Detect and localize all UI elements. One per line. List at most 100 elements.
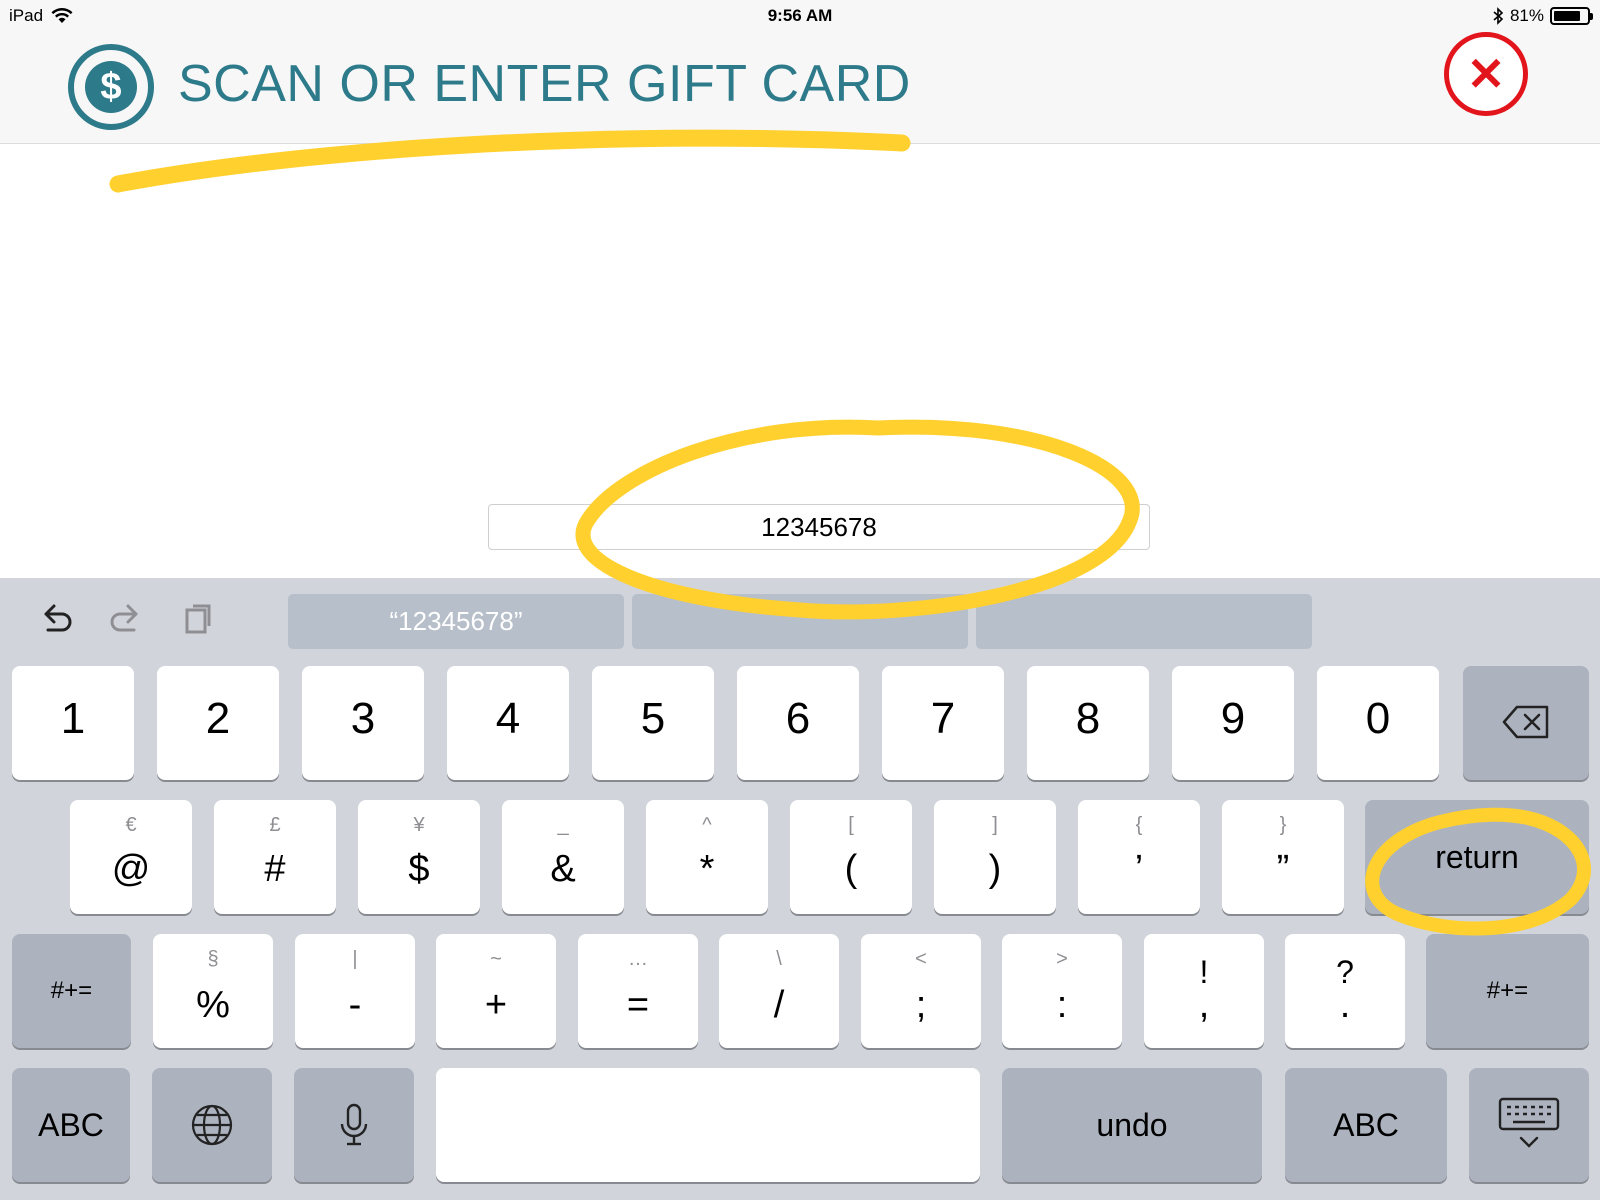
key-percent[interactable]: §% <box>153 934 273 1048</box>
key-char: ( <box>844 848 858 890</box>
space-key[interactable] <box>436 1068 980 1182</box>
key-asterisk[interactable]: ^ * <box>646 800 768 914</box>
key-char: & <box>550 848 576 890</box>
battery-percent: 81% <box>1509 6 1544 25</box>
key-close-paren[interactable]: ]) <box>934 800 1056 914</box>
key-comma[interactable]: !, <box>1144 934 1264 1048</box>
key-4[interactable]: 4 <box>447 666 569 780</box>
title-underline-annotation <box>109 129 911 193</box>
suggestion-3[interactable] <box>976 594 1312 649</box>
dictation-key[interactable] <box>294 1068 414 1182</box>
gift-card-input[interactable] <box>488 504 1150 550</box>
key-char: $ <box>408 848 430 890</box>
return-key[interactable]: return <box>1365 800 1589 914</box>
key-apostrophe[interactable]: {’ <box>1078 800 1200 914</box>
key-plus[interactable]: ~ + <box>436 934 556 1048</box>
key-5[interactable]: 5 <box>592 666 714 780</box>
key-char: # <box>264 848 286 890</box>
key-char: ) <box>988 848 1002 890</box>
key-3[interactable]: 3 <box>302 666 424 780</box>
key-alt-char: … <box>628 948 648 970</box>
key-char: * <box>699 848 715 890</box>
key-char: ’ <box>1134 848 1144 890</box>
globe-key[interactable] <box>152 1068 272 1182</box>
backspace-icon <box>1502 705 1549 739</box>
key-char: @ <box>111 848 151 890</box>
symbols-toggle-label: #+= <box>1486 977 1529 1004</box>
key-alt-char: | <box>352 948 358 970</box>
status-bar: iPad 9:56 AM 81% <box>0 0 1600 34</box>
dollar-symbol: $ <box>85 61 137 113</box>
key-char: 2 <box>205 694 231 743</box>
paste-icon[interactable] <box>178 598 218 638</box>
key-alt-char: § <box>207 948 219 970</box>
key-char: 5 <box>640 694 666 743</box>
key-char: 4 <box>495 694 521 743</box>
symbols-toggle-key-left[interactable]: #+= <box>12 934 131 1048</box>
key-alt-char: > <box>1056 948 1068 970</box>
key-1[interactable]: 1 <box>12 666 134 780</box>
key-slash[interactable]: \ / <box>719 934 839 1048</box>
key-alt-char: ~ <box>490 948 502 970</box>
key-char: : <box>1056 984 1068 1026</box>
key-ampersand[interactable]: _ & <box>502 800 624 914</box>
undo-label: undo <box>1096 1106 1168 1143</box>
hide-keyboard-key[interactable] <box>1469 1068 1589 1182</box>
suggestion-1[interactable]: “12345678” <box>288 594 624 649</box>
undo-key[interactable]: undo <box>1002 1068 1262 1182</box>
key-alt-char: ^ <box>702 814 712 836</box>
key-alt-char: \ <box>776 948 782 970</box>
keyboard: “12345678” 1 2 3 4 5 6 7 8 9 0 € @ £ # ¥ $ … <box>0 578 1600 1200</box>
key-char: 6 <box>785 694 811 743</box>
key-char: . <box>1339 984 1351 1026</box>
symbols-toggle-label: #+= <box>50 977 93 1004</box>
backspace-key[interactable] <box>1463 666 1589 780</box>
key-alt-char: < <box>915 948 927 970</box>
abc-label: ABC <box>1333 1106 1399 1143</box>
key-9[interactable]: 9 <box>1172 666 1294 780</box>
bluetooth-icon <box>1493 7 1504 25</box>
key-char: 3 <box>350 694 376 743</box>
key-hash[interactable]: £ # <box>214 800 336 914</box>
key-equals[interactable]: … = <box>578 934 698 1048</box>
key-char: 0 <box>1365 694 1391 743</box>
key-alt-char: _ <box>557 814 569 836</box>
key-colon[interactable]: >: <box>1002 934 1122 1048</box>
key-alt-char: { <box>1135 814 1143 836</box>
redo-icon[interactable] <box>106 598 146 638</box>
key-char: 1 <box>60 694 86 743</box>
key-8[interactable]: 8 <box>1027 666 1149 780</box>
key-6[interactable]: 6 <box>737 666 859 780</box>
key-dollar[interactable]: ¥ $ <box>358 800 480 914</box>
abc-key-right[interactable]: ABC <box>1285 1068 1447 1182</box>
status-right: 81% <box>1492 6 1593 26</box>
symbols-toggle-key-right[interactable]: #+= <box>1426 934 1589 1048</box>
abc-label: ABC <box>38 1106 104 1143</box>
key-semicolon[interactable]: <; <box>861 934 981 1048</box>
close-button[interactable]: ✕ <box>1444 32 1528 116</box>
battery-fill <box>1554 11 1580 21</box>
key-hyphen[interactable]: | - <box>295 934 415 1048</box>
key-alt-char: ] <box>992 814 998 836</box>
key-alt-char: ¥ <box>413 814 425 836</box>
abc-key-left[interactable]: ABC <box>12 1068 130 1182</box>
dollar-icon: $ <box>68 44 154 130</box>
key-period[interactable]: ?. <box>1285 934 1405 1048</box>
key-open-paren[interactable]: [( <box>790 800 912 914</box>
undo-icon[interactable] <box>36 598 76 638</box>
key-char: ” <box>1276 848 1290 890</box>
key-quote[interactable]: }” <box>1222 800 1344 914</box>
suggestion-2[interactable] <box>632 594 968 649</box>
key-char: - <box>348 984 362 1026</box>
key-at[interactable]: € @ <box>70 800 192 914</box>
key-char: / <box>773 984 785 1026</box>
key-char: = <box>626 984 650 1026</box>
key-7[interactable]: 7 <box>882 666 1004 780</box>
battery-icon <box>1550 7 1593 25</box>
key-2[interactable]: 2 <box>157 666 279 780</box>
key-char: + <box>484 984 508 1026</box>
key-alt-char: [ <box>848 814 854 836</box>
key-char: ; <box>915 984 927 1026</box>
return-label: return <box>1435 838 1519 875</box>
key-0[interactable]: 0 <box>1317 666 1439 780</box>
